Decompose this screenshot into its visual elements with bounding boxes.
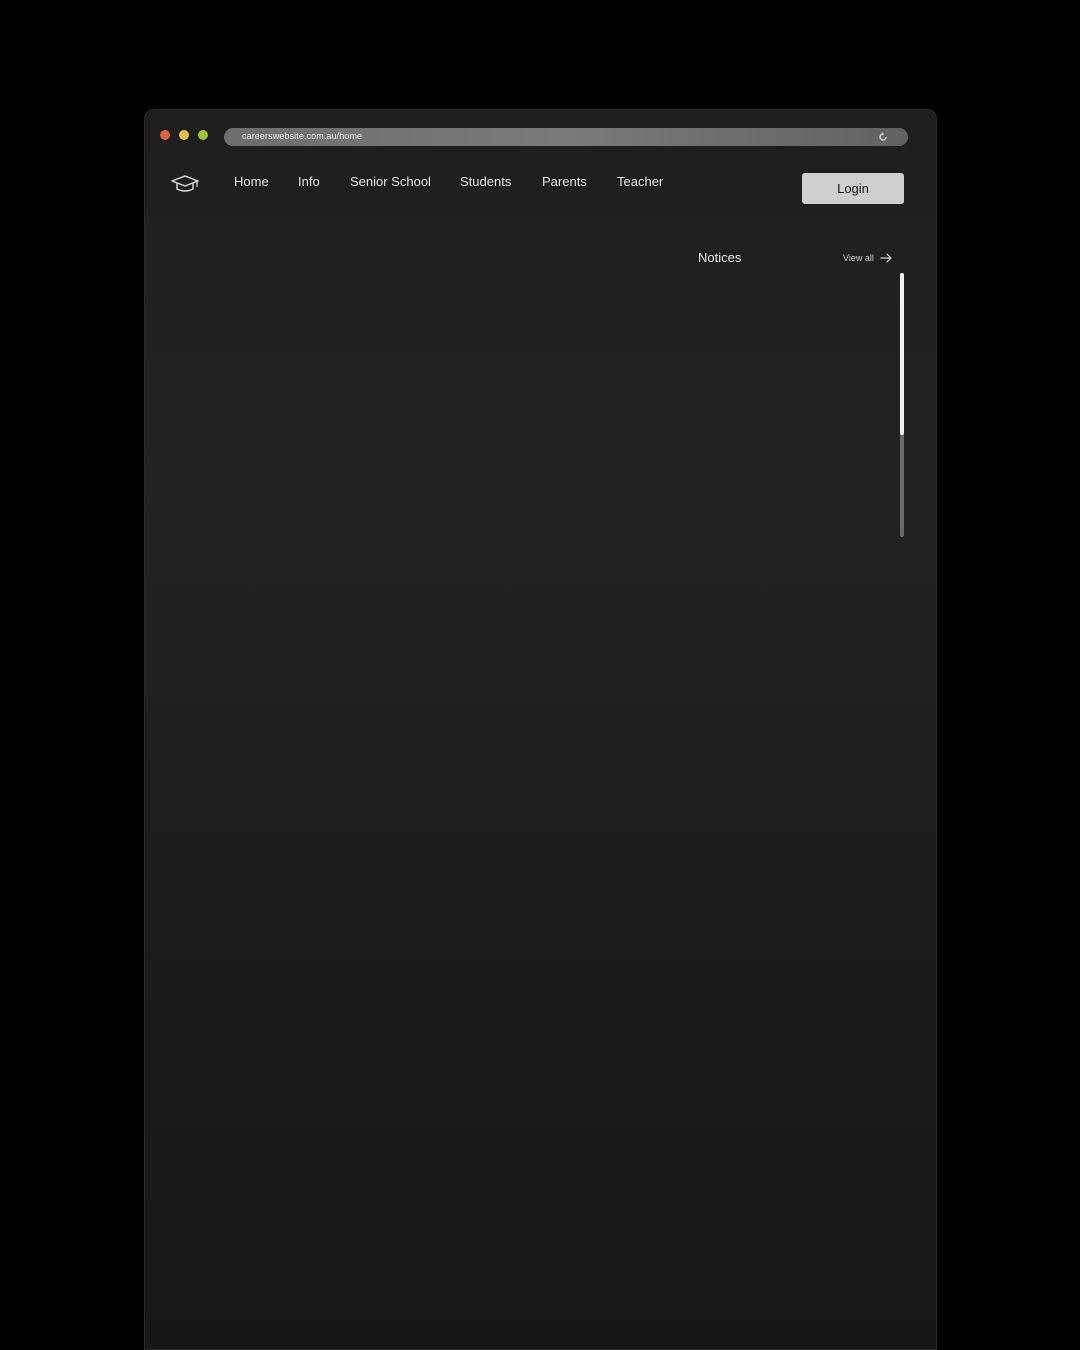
nav-home[interactable]: Home [234, 174, 269, 189]
notices-scrollbar[interactable] [900, 273, 904, 537]
close-window-button[interactable] [160, 130, 170, 140]
graduation-cap-icon[interactable] [170, 173, 200, 195]
browser-titlebar: careerswebsite.com.au/home [144, 109, 937, 165]
notices-scrollbar-thumb[interactable] [900, 273, 904, 435]
reload-icon[interactable] [878, 132, 888, 142]
nav-parents[interactable]: Parents [542, 174, 587, 189]
nav-teacher[interactable]: Teacher [617, 174, 663, 189]
nav-students[interactable]: Students [460, 174, 511, 189]
url-text: careerswebsite.com.au/home [242, 131, 363, 141]
minimize-window-button[interactable] [179, 130, 189, 140]
address-bar[interactable]: careerswebsite.com.au/home [224, 128, 908, 146]
maximize-window-button[interactable] [198, 130, 208, 140]
view-all-label: View all [843, 253, 874, 263]
notices-title: Notices [698, 250, 742, 265]
nav-info[interactable]: Info [298, 174, 320, 189]
arrow-right-icon [880, 253, 892, 263]
nav-senior-school[interactable]: Senior School [350, 174, 431, 189]
view-all-link[interactable]: View all [843, 253, 893, 263]
main-navigation: Home Info Senior School Students Parents… [144, 169, 937, 209]
login-button[interactable]: Login [802, 173, 904, 204]
browser-window: careerswebsite.com.au/home Home Info Sen… [144, 109, 937, 1350]
